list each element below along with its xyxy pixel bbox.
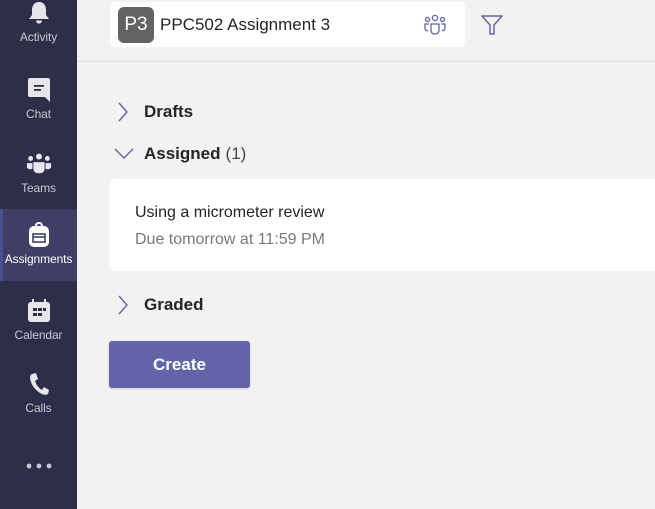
class-header: P3 PPC502 Assignment 3: [77, 0, 655, 62]
bell-icon: [26, 0, 52, 26]
chevron-right-icon: [115, 102, 131, 122]
teams-icon: [26, 151, 52, 177]
section-count: (1): [225, 144, 247, 163]
rail-item-activity[interactable]: Activity: [0, 0, 77, 64]
more-apps-button[interactable]: [0, 445, 77, 485]
section-drafts[interactable]: Drafts: [115, 102, 193, 122]
rail-item-label: Calls: [25, 401, 52, 415]
phone-icon: [26, 371, 52, 397]
filter-icon[interactable]: [481, 14, 503, 36]
class-avatar: P3: [118, 6, 154, 43]
section-graded[interactable]: Graded: [115, 295, 204, 315]
people-icon[interactable]: [423, 14, 447, 36]
chevron-down-icon: [113, 144, 135, 164]
section-title: Graded: [144, 295, 204, 314]
chat-icon: [26, 77, 52, 103]
backpack-icon: [26, 222, 52, 248]
rail-item-label: Assignments: [4, 252, 73, 266]
class-selector[interactable]: P3 PPC502 Assignment 3: [110, 2, 465, 47]
section-assigned[interactable]: Assigned (1): [113, 144, 246, 164]
section-title: Assigned: [144, 144, 221, 163]
rail-item-label: Calendar: [14, 328, 63, 342]
rail-item-calendar[interactable]: Calendar: [0, 290, 77, 362]
assignment-due-date: Due tomorrow at 11:59 PM: [135, 231, 326, 248]
assignment-title: Using a micrometer review: [135, 204, 325, 221]
chevron-right-icon: [115, 295, 131, 315]
rail-item-chat[interactable]: Chat: [0, 69, 77, 141]
app-rail: Activity Chat Teams Assignments Calendar…: [0, 0, 77, 509]
rail-item-label: Activity: [19, 30, 58, 44]
calendar-icon: [26, 298, 52, 324]
rail-item-assignments[interactable]: Assignments: [0, 209, 77, 281]
rail-item-label: Chat: [26, 107, 51, 121]
rail-item-teams[interactable]: Teams: [0, 143, 77, 215]
class-name: PPC502 Assignment 3: [160, 14, 331, 34]
create-button[interactable]: Create: [109, 341, 250, 388]
section-title: Drafts: [144, 102, 194, 121]
assignment-card[interactable]: Using a micrometer review Due tomorrow a…: [109, 179, 655, 271]
rail-item-label: Teams: [21, 181, 56, 195]
more-horizontal-icon: [25, 456, 53, 474]
rail-item-calls[interactable]: Calls: [0, 363, 77, 435]
